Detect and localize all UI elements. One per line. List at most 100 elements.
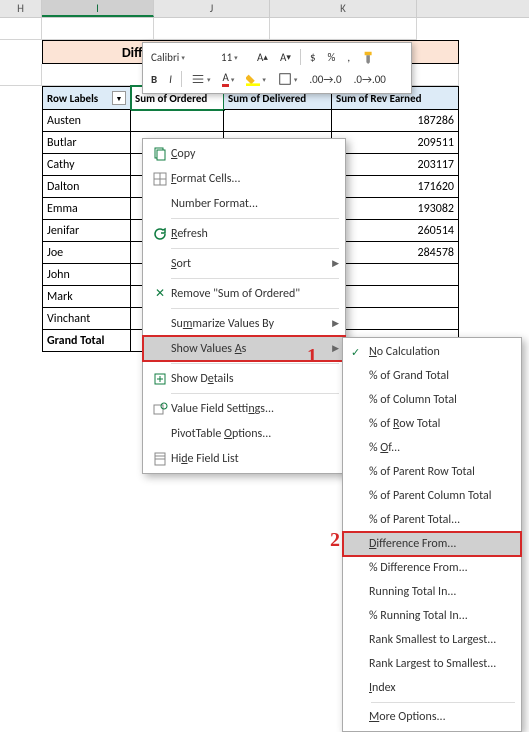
italic-button[interactable]: I [164, 69, 177, 89]
cell-rev[interactable] [332, 286, 459, 308]
submenu-difference-from[interactable]: Difference From... [343, 532, 521, 556]
font-family-picker[interactable]: Calibri [146, 47, 214, 67]
row-blank [0, 18, 529, 40]
cell-rev[interactable]: 203117 [332, 154, 459, 176]
menu-refresh[interactable]: Refresh [143, 221, 345, 246]
cell[interactable] [131, 110, 224, 132]
increase-font-icon[interactable]: A▴ [252, 47, 273, 67]
submenu-label: Rank Smallest to Largest... [369, 633, 496, 647]
submenu-label: % of Parent Column Total [369, 489, 491, 503]
row-label[interactable]: Emma [42, 198, 131, 220]
cell[interactable] [0, 18, 42, 40]
submenu-pct-grand-total[interactable]: % of Grand Total [343, 364, 521, 388]
borders-icon[interactable] [273, 69, 303, 89]
cell-rev[interactable] [332, 308, 459, 330]
increase-decimal-icon[interactable]: .0→.00 [349, 69, 391, 89]
comma-format-icon[interactable]: , [342, 47, 355, 67]
row-label[interactable]: Vinchant [42, 308, 131, 330]
decrease-font-icon[interactable]: A▾ [275, 47, 296, 67]
row-labels-header[interactable]: Row Labels ▼ [42, 86, 131, 110]
menu-summarize-values[interactable]: Summarize Values By▶ [143, 311, 345, 336]
font-color-icon[interactable]: A [217, 69, 239, 89]
cell[interactable] [42, 18, 154, 40]
align-icon[interactable] [186, 69, 216, 89]
row-label[interactable]: Dalton [42, 176, 131, 198]
cell-rev[interactable]: 171620 [332, 176, 459, 198]
bold-button[interactable]: B [146, 69, 162, 89]
cell-rev[interactable]: 209511 [332, 132, 459, 154]
submenu-pct-running-total[interactable]: % Running Total In... [343, 604, 521, 628]
submenu-pct-parent-col[interactable]: % of Parent Column Total [343, 484, 521, 508]
context-menu: Copy Format Cells... Number Format... Re… [142, 138, 346, 474]
percent-format-icon[interactable]: % [323, 47, 341, 67]
submenu-label: % of Column Total [369, 393, 457, 407]
fill-color-icon[interactable] [241, 69, 271, 89]
cell-rev[interactable]: 187286 [332, 110, 459, 132]
submenu-pct-row-total[interactable]: % of Row Total [343, 412, 521, 436]
submenu-running-total[interactable]: Running Total In... [343, 580, 521, 604]
copy-icon [149, 145, 171, 163]
row-label[interactable]: John [42, 264, 131, 286]
submenu-pct-of[interactable]: % Of... [343, 436, 521, 460]
cell-rev[interactable]: 193082 [332, 198, 459, 220]
menu-number-format[interactable]: Number Format... [143, 191, 345, 216]
submenu-index[interactable]: Index [343, 676, 521, 700]
menu-format-cells[interactable]: Format Cells... [143, 166, 345, 191]
row-label[interactable]: Jenifar [42, 220, 131, 242]
row-label[interactable]: Cathy [42, 154, 131, 176]
row-label[interactable]: Joe [42, 242, 131, 264]
decrease-decimal-icon[interactable]: .00→.0 [304, 69, 346, 89]
submenu-more-options[interactable]: More Options... [343, 705, 521, 729]
submenu-label: % Of... [369, 441, 400, 455]
menu-label: Remove "Sum of Ordered" [171, 287, 339, 301]
chevron-right-icon: ▶ [332, 258, 339, 269]
menu-hide-field-list[interactable]: Hide Field List [143, 446, 345, 471]
cell[interactable] [154, 18, 270, 40]
col-header-H[interactable]: H [0, 0, 42, 17]
menu-label: Refresh [171, 227, 339, 241]
submenu-no-calculation[interactable]: ✓No Calculation [343, 340, 521, 364]
submenu-label: % of Parent Row Total [369, 465, 475, 479]
annotation-1: 1 [307, 345, 317, 368]
menu-sort[interactable]: Sort▶ [143, 251, 345, 276]
row-label[interactable]: Grand Total [42, 330, 131, 352]
menu-pivot-options[interactable]: PivotTable Options... [143, 421, 345, 446]
menu-remove-field[interactable]: ✕Remove "Sum of Ordered" [143, 281, 345, 306]
remove-icon: ✕ [149, 285, 171, 303]
row-label[interactable]: Butlar [42, 132, 131, 154]
format-cells-icon [149, 170, 171, 188]
cell[interactable] [270, 18, 417, 40]
menu-copy[interactable]: Copy [143, 141, 345, 166]
annotation-2: 2 [330, 529, 340, 552]
col-header-J[interactable]: J [154, 0, 270, 17]
field-list-icon [149, 450, 171, 468]
submenu-label: % Difference From... [369, 561, 468, 575]
submenu-pct-parent-row[interactable]: % of Parent Row Total [343, 460, 521, 484]
cell[interactable] [0, 64, 42, 86]
col-header-K[interactable]: K [270, 0, 417, 17]
font-size-picker[interactable]: 11 [216, 47, 250, 67]
filter-dropdown-icon[interactable]: ▼ [112, 91, 126, 105]
cell-rev[interactable]: 284578 [332, 242, 459, 264]
menu-value-field-settings[interactable]: Value Field Settings... [143, 396, 345, 421]
submenu-pct-column-total[interactable]: % of Column Total [343, 388, 521, 412]
column-headers: H I J K [0, 0, 529, 18]
col-header-I[interactable]: I [42, 0, 154, 17]
format-painter-icon[interactable] [357, 47, 381, 67]
refresh-icon [149, 225, 171, 243]
submenu-label: % of Parent Total... [369, 513, 460, 527]
menu-label: Number Format... [171, 197, 339, 211]
menu-label: Sort [171, 257, 332, 271]
cell-rev[interactable]: 260514 [332, 220, 459, 242]
cell-rev[interactable] [332, 264, 459, 286]
submenu-pct-difference-from[interactable]: % Difference From... [343, 556, 521, 580]
submenu-rank-largest[interactable]: Rank Largest to Smallest... [343, 652, 521, 676]
submenu-rank-smallest[interactable]: Rank Smallest to Largest... [343, 628, 521, 652]
submenu-label: Rank Largest to Smallest... [369, 657, 496, 671]
row-label[interactable]: Austen [42, 110, 131, 132]
submenu-pct-parent-total[interactable]: % of Parent Total... [343, 508, 521, 532]
menu-show-details[interactable]: Show Details [143, 366, 345, 391]
accounting-format-icon[interactable]: $ [305, 47, 321, 67]
row-label[interactable]: Mark [42, 286, 131, 308]
cell[interactable] [224, 110, 332, 132]
